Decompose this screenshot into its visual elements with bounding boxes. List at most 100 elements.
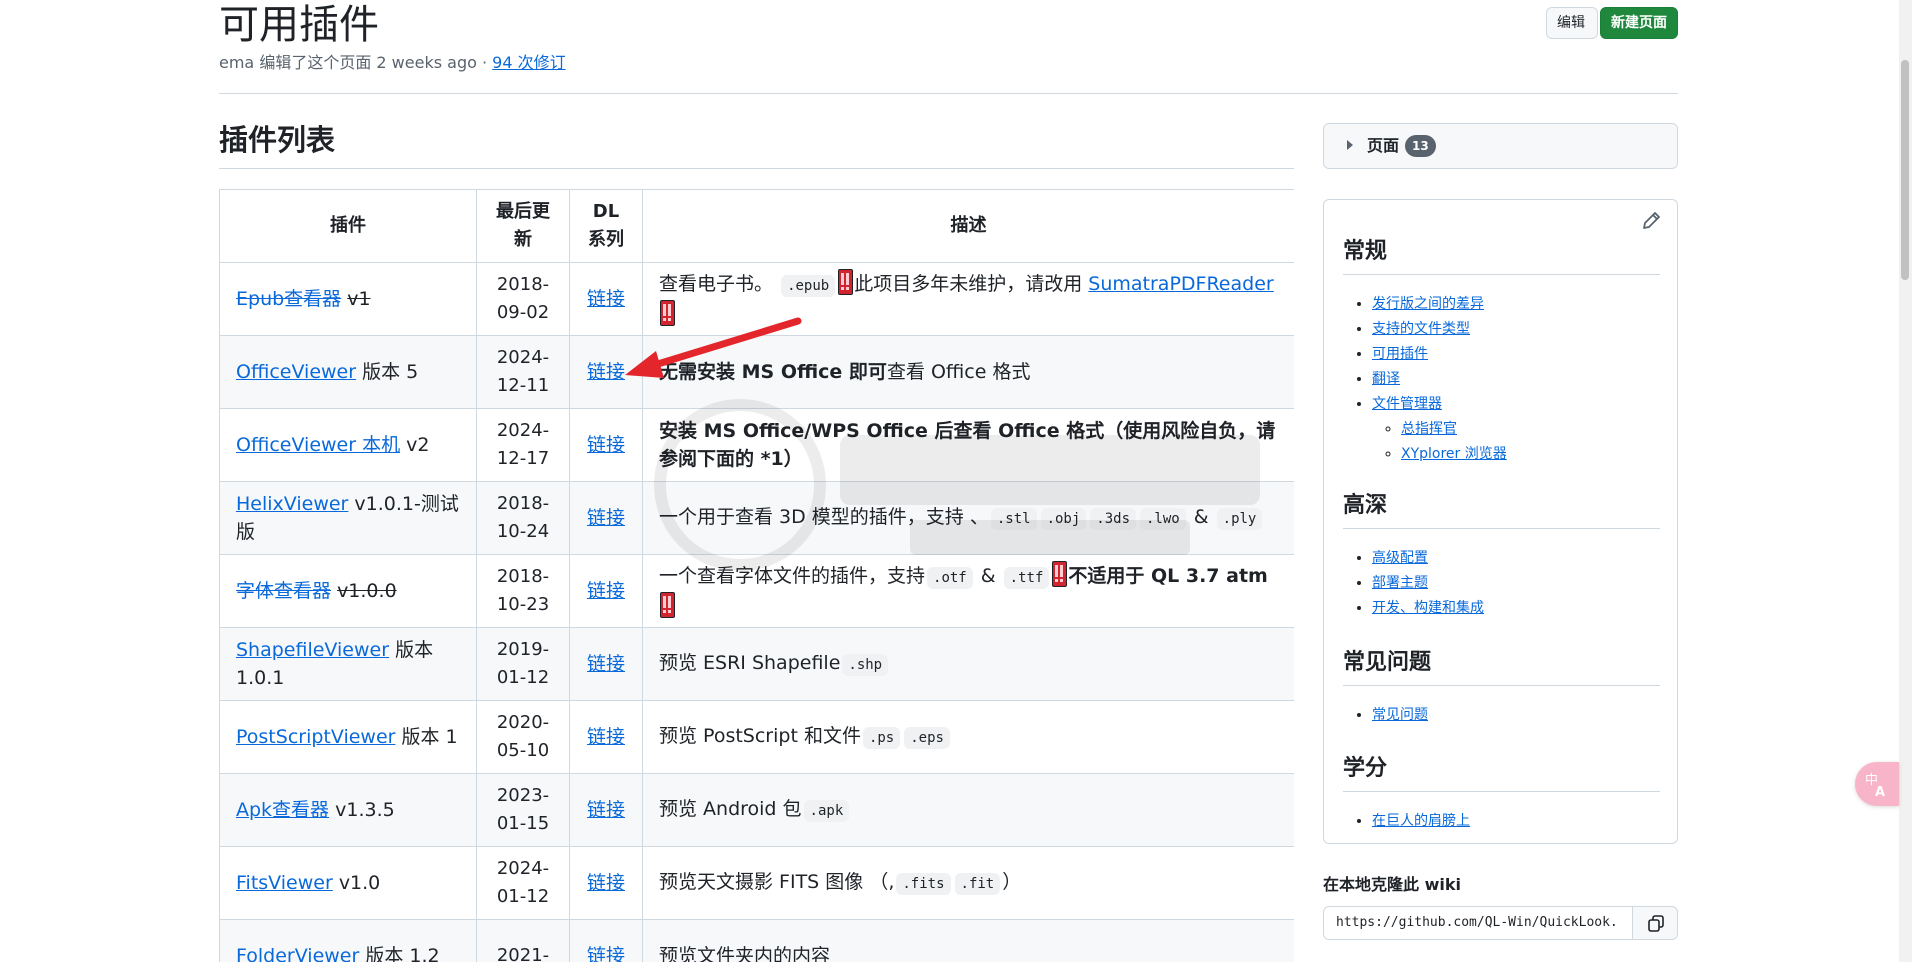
toc-link[interactable]: 部署主题 [1372,575,1428,591]
divider [219,93,1678,94]
desc-cell: 无需安装 MS Office 即可查看 Office 格式 [642,335,1294,409]
plugin-cell: HelixViewer v1.0.1-测试版 [219,481,477,555]
toc-link[interactable]: 常见问题 [1372,707,1428,723]
divider [1343,685,1660,686]
toc-link[interactable]: 文件管理器 [1372,396,1442,412]
dl-link[interactable]: 链接 [587,580,625,602]
desc-text: 预览文件夹内的内容 [659,945,831,962]
desc-cell: 一个用于查看 3D 模型的插件，支持 、 .stl .obj .3ds .lwo & .… [642,481,1294,555]
date-cell: 2018-10-23 [476,554,570,628]
desc-text: 一个查看字体文件的插件，支持 [659,565,926,587]
ext-code: .epub [781,275,836,297]
copy-button[interactable] [1632,906,1678,940]
exclamation-icon [660,300,675,326]
date-cell: 2020-05-10 [476,700,570,774]
date-cell: 2023-01-15 [476,773,570,847]
toc-list: 高级配置 部署主题 开发、构建和集成 [1343,546,1484,621]
table-header-row: 插件 最后更新 DL 系列 描述 [219,189,1294,263]
toc-link[interactable]: 总指挥官 [1401,421,1457,437]
desc-text: 预览 PostScript 和文件 [659,725,861,747]
sumatra-link[interactable]: SumatraPDFReader [1088,273,1273,295]
plugin-link[interactable]: Apk查看器 [236,799,329,821]
toc-link[interactable]: 发行版之间的差异 [1372,296,1484,312]
dl-link[interactable]: 链接 [587,434,625,456]
copy-icon [1648,915,1664,932]
ext-code: .lwo [1140,508,1186,530]
amp-text: & [980,565,996,587]
dl-cell: 链接 [569,408,643,482]
dl-link[interactable]: 链接 [587,872,625,894]
pages-count-badge: 13 [1405,135,1436,157]
desc-text: 查看电子书。 [659,273,774,295]
plugin-version: v1.0.0 [337,580,397,602]
toc-link[interactable]: 在巨人的肩膀上 [1372,813,1470,829]
edit-text: 编辑了这个页面 2 weeks ago · [259,53,488,72]
toc-link[interactable]: 翻译 [1372,371,1400,387]
date-cell: 2024-12-11 [476,335,570,409]
ext-code: .ps [862,727,901,749]
plugin-link[interactable]: Epub查看器 [236,288,341,310]
edit-button[interactable]: 编辑 [1546,7,1598,39]
table-row: FitsViewer v1.0 2024-01-12 链接 预览天文摄影 FIT… [219,846,1294,920]
ext-code: .eps [904,727,950,749]
pencil-icon[interactable] [1640,210,1662,232]
clone-url-input[interactable]: https://github.com/QL-Win/QuickLook. [1323,906,1633,940]
plugin-link[interactable]: 字体查看器 [236,580,331,602]
dl-link[interactable]: 链接 [587,653,625,675]
plugin-link[interactable]: HelixViewer [236,493,348,515]
scrollbar-thumb[interactable] [1901,60,1909,280]
toc-link[interactable]: 支持的文件类型 [1372,321,1470,337]
desc-text: 预览天文摄影 FITS 图像 （, [659,871,895,893]
ext-code: .ply [1216,508,1263,530]
plugin-link[interactable]: FitsViewer [236,872,333,894]
clone-title: 在本地克隆此 wiki [1323,875,1461,894]
dl-cell: 链接 [569,627,643,701]
pages-toggle[interactable]: 页面 13 [1323,123,1678,169]
toc-link[interactable]: 开发、构建和集成 [1372,600,1484,616]
dl-cell: 链接 [569,846,643,920]
plugin-version: v1 [347,288,371,310]
plugin-cell: 字体查看器 v1.0.0 [219,554,477,628]
plugin-link[interactable]: OfficeViewer 本机 [236,434,400,456]
dl-cell: 链接 [569,773,643,847]
desc-text: ） [1002,871,1022,893]
table-row: Apk查看器 v1.3.5 2023-01-15 链接 预览 Android 包… [219,773,1294,847]
ext-code: .ttf [1003,567,1050,589]
table-row: PostScriptViewer 版本 1 2020-05-10 链接 预览 P… [219,700,1294,774]
dl-link[interactable]: 链接 [587,799,625,821]
plugin-version: 版本 1 [401,726,458,748]
table-row: HelixViewer v1.0.1-测试版 2018-10-24 链接 一个用… [219,481,1294,555]
dl-cell: 链接 [569,554,643,628]
dl-link[interactable]: 链接 [587,945,625,962]
toc-link[interactable]: XYplorer 浏览器 [1401,446,1507,462]
toc-list: 常见问题 [1343,703,1428,728]
ext-code: .3ds [1090,508,1136,530]
col-dl: DL 系列 [569,189,643,263]
desc-cell: 预览 ESRI Shapefile .shp [642,627,1294,701]
plugin-link[interactable]: FolderViewer [236,945,359,962]
translate-button[interactable]: 中 A [1855,762,1899,806]
revisions-link[interactable]: 94 次修订 [492,53,565,72]
date-cell: 2019-01-12 [476,627,570,701]
dl-link[interactable]: 链接 [587,726,625,748]
wiki-sidebar: 常规 发行版之间的差异 支持的文件类型 可用插件 翻译 文件管理器 总指挥官 X… [1323,199,1678,844]
dl-link[interactable]: 链接 [587,361,625,383]
plugin-cell: ShapefileViewer 版本 1.0.1 [219,627,477,701]
toc-link[interactable]: 可用插件 [1372,346,1428,362]
new-page-button[interactable]: 新建页面 [1600,7,1678,39]
desc-cell: 安装 MS Office/WPS Office 后查看 Office 格式（使用… [642,408,1294,482]
plugin-version: v1.3.5 [335,799,395,821]
plugin-cell: OfficeViewer 版本 5 [219,335,477,409]
author: ema [219,53,255,72]
plugin-link[interactable]: ShapefileViewer [236,639,389,661]
dl-link[interactable]: 链接 [587,288,625,310]
toc-link[interactable]: 高级配置 [1372,550,1428,566]
dl-link[interactable]: 链接 [587,507,625,529]
col-desc: 描述 [642,189,1294,263]
plugin-link[interactable]: PostScriptViewer [236,726,395,748]
plugin-link[interactable]: OfficeViewer [236,361,356,383]
desc-text: 预览 Android 包 [659,798,802,820]
dl-cell: 链接 [569,262,643,336]
divider [1343,528,1660,529]
ext-code: .fits [896,873,951,895]
